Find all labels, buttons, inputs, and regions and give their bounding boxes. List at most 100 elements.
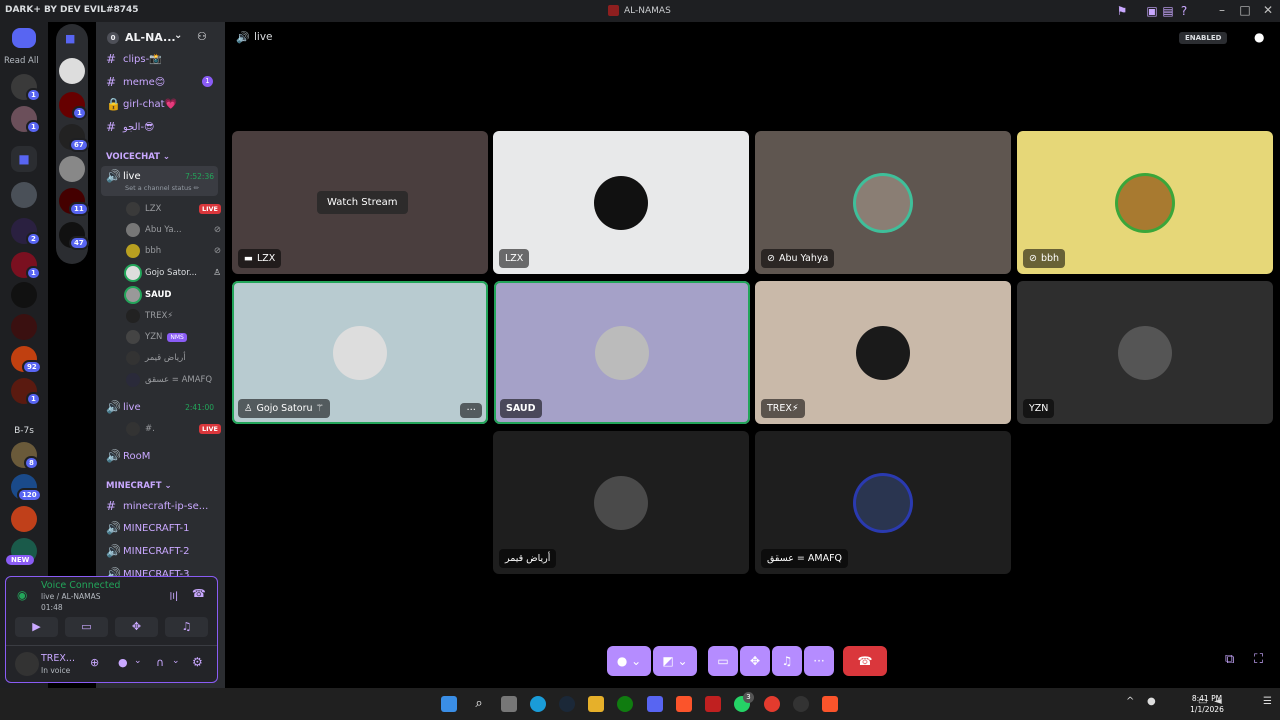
server-avatar[interactable] [59,58,85,84]
read-all-button[interactable]: Read All [4,56,39,66]
participant-tile[interactable]: ⊘ Abu Yahya [755,131,1011,274]
soundboard-button[interactable]: ♫ [165,617,208,637]
help-icon[interactable]: ? [1177,4,1191,18]
disconnect-icon[interactable]: ☎ [192,587,206,600]
voice-member[interactable]: SAUD [126,288,221,302]
more-button[interactable]: ··· [804,646,834,676]
screen-share-button[interactable]: ▭ [708,646,738,676]
inbox-icon[interactable]: ▤ [1161,4,1175,18]
signal-icon[interactable]: ◉ [17,588,27,602]
activities-button[interactable]: ✥ [740,646,770,676]
chrome-icon[interactable] [764,696,780,712]
disconnect-button[interactable]: ☎ [843,646,887,676]
voice-member[interactable]: YZN NMS [126,330,221,344]
participant-tile-speaking[interactable]: SAUD [494,281,750,424]
category-minecraft[interactable]: MINECRAFT ⌄ [106,481,172,491]
task-view-icon[interactable] [501,696,517,712]
camera-button[interactable]: ◩ ⌄ [653,646,697,676]
folder-icon[interactable]: ■ [65,32,79,46]
folder-icon[interactable]: ■ [11,146,37,172]
activities-button[interactable]: ✥ [115,617,158,637]
obs-icon[interactable] [793,696,809,712]
brave-icon[interactable] [822,696,838,712]
participant-tile[interactable]: عسقق = AMAFQ [755,431,1011,574]
discord-home-icon[interactable] [12,28,36,48]
channel-clips[interactable]: # clips-📸 [106,52,224,66]
voice-channel-live-2[interactable]: 🔊 live 2:41:00 [106,400,224,414]
microphone-icon[interactable]: ● [118,656,128,669]
controller-icon[interactable]: ⊕ [90,656,99,669]
noise-suppression-icon[interactable]: 〣 [168,588,179,604]
participant-tile[interactable]: LZX [493,131,749,274]
voice-member[interactable]: Abu Ya... ⊘ [126,223,221,237]
chevron-up-icon[interactable]: ^ [1126,696,1134,707]
chevron-down-icon[interactable]: ⌄ [172,656,180,666]
edge-icon[interactable] [530,696,546,712]
voice-member[interactable]: عسقق = AMAFQ [126,373,221,387]
server-avatar[interactable] [11,282,37,308]
windows-start-icon[interactable] [441,696,457,712]
voice-member[interactable]: bbh ⊘ [126,244,221,258]
voice-member[interactable]: أرياض قيمر [126,351,221,365]
server-avatar[interactable] [11,506,37,532]
channel-status[interactable]: Set a channel status ✏ [125,184,199,192]
participant-tile[interactable]: TREX⚡ [755,281,1011,424]
camera-button[interactable]: ▶ [15,617,58,637]
soundboard-button[interactable]: ♫ [772,646,802,676]
voice-member[interactable]: LZX LIVE [126,202,221,216]
voice-member[interactable]: Gojo Sator... ♙ [126,266,221,280]
chevron-down-icon[interactable]: ⌄ [174,30,182,41]
server-b7s[interactable]: B-7s [11,418,37,444]
voice-channel-room[interactable]: 🔊 RooM [106,449,224,463]
microphone-icon[interactable]: ● [1147,696,1156,707]
flag-icon[interactable]: ⚑ [1115,4,1129,18]
channel-arabic[interactable]: # الجو-😎 [106,120,224,134]
username[interactable]: TREX... [41,653,75,664]
app-icon[interactable] [705,696,721,712]
add-member-icon[interactable]: ⚇ [197,30,207,43]
avatar[interactable] [15,652,39,676]
popout-icon[interactable]: ⧉ [1225,652,1234,667]
headphones-icon[interactable]: ∩ [156,656,164,669]
screen-share-button[interactable]: ▭ [65,617,108,637]
brave-icon[interactable] [676,696,692,712]
participant-tile-speaking[interactable]: ♙ Gojo Satoru ⚚ ··· [232,281,488,424]
participant-tile[interactable]: ⊘ bbh [1017,131,1273,274]
server-avatar[interactable] [11,182,37,208]
discord-icon[interactable] [647,696,663,712]
notifications-icon[interactable]: ☰ [1263,696,1272,707]
file-explorer-icon[interactable] [588,696,604,712]
minimize-button[interactable]: – [1212,3,1232,17]
mute-button[interactable]: ● ⌄ [607,646,651,676]
watch-stream-button[interactable]: Watch Stream [317,191,408,214]
xbox-icon[interactable] [617,696,633,712]
network-icon[interactable]: ▭ [1198,696,1207,707]
search-icon[interactable]: ⌕ [471,696,487,712]
voice-member[interactable]: #. LIVE [126,422,221,436]
live-badge: LIVE [198,424,221,434]
volume-icon[interactable]: ◄ [1214,696,1222,707]
guild-header[interactable]: 0 AL-NA... ⌄ ⚇ [96,22,225,54]
voice-channel-live[interactable]: 🔊 live 7:52:36 [106,169,224,183]
fullscreen-icon[interactable]: ⛶ [1254,652,1263,667]
stream-tile[interactable]: Watch Stream ▬ LZX [232,131,488,274]
chat-icon[interactable]: ● [1254,30,1264,44]
steam-icon[interactable] [559,696,575,712]
gear-icon[interactable]: ⚙ [192,655,203,669]
participant-tile[interactable]: YZN [1017,281,1273,424]
voice-channel-minecraft-1[interactable]: 🔊 MINECRAFT-1 [106,521,224,535]
channel-girl-chat[interactable]: 🔒 girl-chat💗 [106,97,224,111]
chevron-down-icon[interactable]: ⌄ [134,656,142,666]
maximize-button[interactable]: □ [1235,3,1255,17]
inbox-icon[interactable]: ▣ [1145,4,1159,18]
server-avatar[interactable] [59,156,85,182]
category-voicechat[interactable]: VOICECHAT ⌄ [106,152,170,162]
voice-channel-minecraft-2[interactable]: 🔊 MINECRAFT-2 [106,544,224,558]
voice-location[interactable]: live / AL-NAMAS [41,592,101,601]
participant-tile[interactable]: أرياض قيمر [493,431,749,574]
server-avatar[interactable] [11,314,37,340]
channel-minecraft-ip[interactable]: # minecraft-ip-se... [106,499,224,513]
voice-member[interactable]: TREX⚡ [126,309,221,323]
more-options-button[interactable]: ··· [460,403,482,418]
close-button[interactable]: ✕ [1258,3,1278,17]
